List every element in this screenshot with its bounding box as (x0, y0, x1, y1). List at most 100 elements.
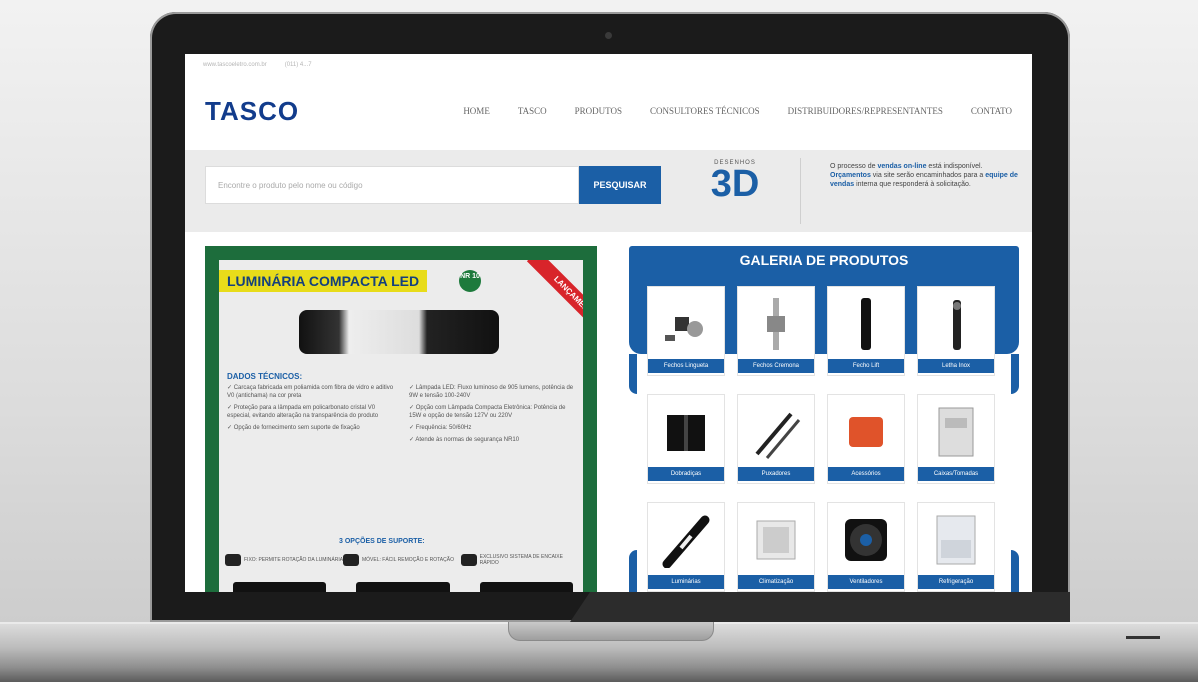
spec-item: ✓ Atende às normas de segurança NR10 (409, 437, 520, 443)
support-icon (343, 554, 359, 566)
gallery-edge (629, 550, 637, 592)
notice-text: está indisponível. (926, 163, 983, 170)
gallery-item[interactable]: Dobradiças (647, 394, 725, 484)
gallery-item-label: Fechos Lingueta (648, 359, 724, 373)
nav-distribuidores[interactable]: DISTRIBUIDORES/REPRESENTANTES (788, 106, 943, 116)
top-info-bar: www.tascoeletro.com.br (011) 4...7 (185, 54, 1032, 76)
bezel-shadow (570, 592, 1070, 622)
gallery-edge (1011, 550, 1019, 592)
gallery-item[interactable]: Climatização (737, 502, 815, 592)
handle-icon (928, 293, 984, 355)
gallery-edge (1011, 354, 1019, 394)
support-icon (225, 554, 241, 566)
support-option: EXCLUSIVO SISTEMA DE ENCAIXE RÁPIDO (461, 554, 581, 566)
gallery-item[interactable]: Refrigeração (917, 502, 995, 592)
promo-banner[interactable]: LUMINÁRIA COMPACTA LED NR 10 LANÇAMENTO … (205, 246, 597, 592)
notice-link-vendas[interactable]: vendas on-line (877, 163, 926, 170)
nr10-badge: NR 10 (459, 270, 481, 292)
gallery-item[interactable]: Ventiladores (827, 502, 905, 592)
support-label: MÓVEL: FÁCIL REMOÇÃO E ROTAÇÃO (362, 557, 454, 563)
gallery-item-label: Fecho Lift (828, 359, 904, 373)
gallery-item-label: Caixas/Tomadas (918, 467, 994, 481)
search-button[interactable]: PESQUISAR (579, 166, 661, 204)
gallery-edge (629, 354, 637, 394)
nav-consultores[interactable]: CONSULTORES TÉCNICOS (650, 106, 760, 116)
email-text[interactable]: www.tascoeletro.com.br (203, 62, 267, 68)
launch-ribbon: LANÇAMENTO (526, 260, 583, 347)
lamp-variant (479, 582, 573, 592)
nav-contato[interactable]: CONTATO (971, 106, 1012, 116)
spec-item: ✓ Proteção para a lâmpada em policarbona… (227, 405, 379, 419)
divider (800, 158, 801, 224)
gallery-item[interactable]: Acessórios (827, 394, 905, 484)
specs-title: DADOS TÉCNICOS: (227, 372, 303, 381)
lamp-image (299, 310, 499, 354)
latch-icon (658, 293, 714, 355)
hinge-icon (658, 401, 714, 463)
gallery-item-label: Ventiladores (828, 575, 904, 589)
gallery-item-label: Acessórios (828, 467, 904, 481)
gallery-title: GALERIA DE PRODUTOS (739, 252, 909, 268)
support-label: EXCLUSIVO SISTEMA DE ENCAIXE RÁPIDO (479, 554, 563, 566)
3d-drawings-badge[interactable]: DESENHOS 3D (705, 160, 765, 205)
sales-notice: O processo de vendas on-line está indisp… (830, 162, 1020, 189)
lamp-variants (233, 582, 573, 592)
site-header: TASCO HOME TASCO PRODUTOS CONSULTORES TÉ… (185, 76, 1032, 146)
gallery-item[interactable]: Letha Inox (917, 286, 995, 376)
accessory-icon (838, 401, 894, 463)
cremona-icon (748, 293, 804, 355)
specs-list: ✓ Carcaça fabricada em poliamida com fib… (227, 384, 577, 444)
nav-produtos[interactable]: PRODUTOS (575, 106, 622, 116)
search-band: Encontre o produto pelo nome ou código P… (185, 150, 1032, 232)
gallery-item-label: Dobradiças (648, 467, 724, 481)
socket-box-icon (928, 401, 984, 463)
gallery-item-label: Puxadores (738, 467, 814, 481)
spec-item: ✓ Carcaça fabricada em poliamida com fib… (227, 385, 394, 399)
gallery-item[interactable]: Luminárias (647, 502, 725, 592)
spec-item: ✓ Opção com Lâmpada Compacta Eletrônica:… (409, 405, 566, 419)
support-option: FIXO: PERMITE ROTAÇÃO DA LUMINÁRIA (225, 554, 345, 566)
lamp-icon (658, 509, 714, 571)
cooling-unit-icon (928, 509, 984, 571)
browser-screen: www.tascoeletro.com.br (011) 4...7 TASCO… (185, 54, 1032, 592)
gallery-item[interactable]: Fechos Lingueta (647, 286, 725, 376)
promo-title: LUMINÁRIA COMPACTA LED (219, 270, 428, 292)
gallery-item-label: Luminárias (648, 575, 724, 589)
notice-text: via site serão encaminhados para a (870, 172, 986, 179)
laptop-notch (508, 622, 714, 641)
spec-item: ✓ Frequência: 50/60Hz (409, 425, 472, 431)
support-option: MÓVEL: FÁCIL REMOÇÃO E ROTAÇÃO (343, 554, 463, 566)
gallery-item[interactable]: Caixas/Tomadas (917, 394, 995, 484)
gallery-item[interactable]: Fechos Cremona (737, 286, 815, 376)
gallery-item[interactable]: Puxadores (737, 394, 815, 484)
promo-content: LUMINÁRIA COMPACTA LED NR 10 LANÇAMENTO … (219, 260, 583, 592)
search-input[interactable]: Encontre o produto pelo nome ou código (205, 166, 579, 204)
fan-icon (838, 509, 894, 571)
notice-text: interna que responderá à solicitação. (854, 181, 971, 188)
phone-text: (011) 4...7 (284, 62, 312, 68)
gallery-item-label: Letha Inox (918, 359, 994, 373)
3d-badge-text: 3D (710, 163, 760, 205)
support-options-title: 3 OPÇÕES DE SUPORTE: (339, 538, 425, 545)
spec-item: ✓ Opção de fornecimento sem suporte de f… (227, 425, 360, 431)
lift-lock-icon (838, 293, 894, 355)
webcam (605, 32, 612, 39)
gallery-item-label: Fechos Cremona (738, 359, 814, 373)
support-icon (461, 554, 477, 566)
nav-home[interactable]: HOME (463, 106, 490, 116)
vent-icon (748, 509, 804, 571)
gallery-item-label: Refrigeração (918, 575, 994, 589)
gallery-item-label: Climatização (738, 575, 814, 589)
tasco-logo[interactable]: TASCO (205, 96, 299, 127)
pull-handle-icon (748, 401, 804, 463)
main-nav: HOME TASCO PRODUTOS CONSULTORES TÉCNICOS… (463, 106, 1012, 116)
lamp-variant (356, 582, 450, 592)
notice-text: O processo de (830, 163, 878, 170)
spec-item: ✓ Lâmpada LED: Fluxo luminoso de 905 lum… (409, 385, 574, 399)
base-indicator (1126, 636, 1160, 639)
nav-tasco[interactable]: TASCO (518, 106, 547, 116)
lamp-variant (233, 582, 327, 592)
gallery-item[interactable]: Fecho Lift (827, 286, 905, 376)
notice-link-orcamentos[interactable]: Orçamentos (830, 172, 871, 179)
support-label: FIXO: PERMITE ROTAÇÃO DA LUMINÁRIA (244, 557, 344, 563)
